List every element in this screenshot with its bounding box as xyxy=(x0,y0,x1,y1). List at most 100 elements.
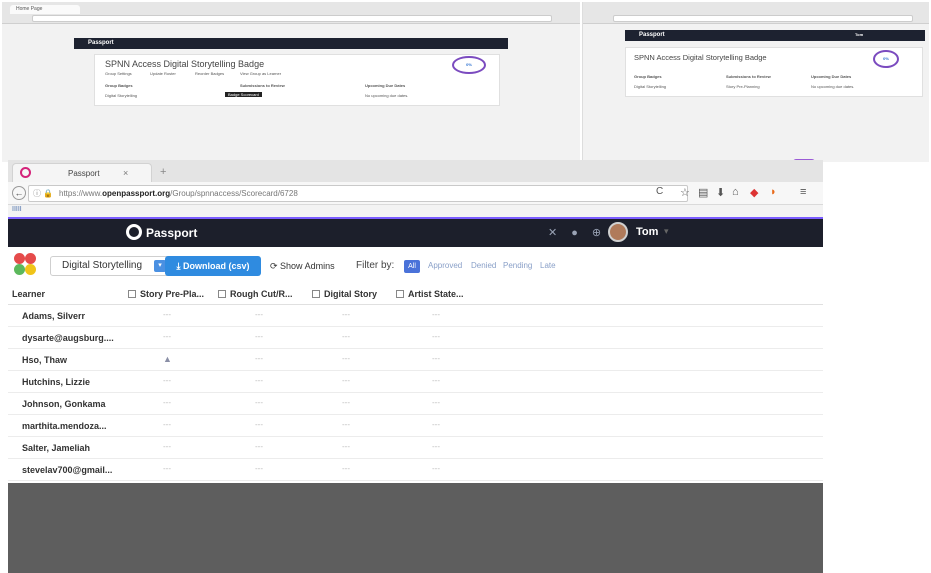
thumb-navbar: Passport xyxy=(74,38,508,49)
score-cell[interactable]: --- xyxy=(255,464,263,473)
thumb-group-value: Digital Storytelling xyxy=(634,84,667,89)
score-cell[interactable]: --- xyxy=(163,332,171,341)
bookmark-folder[interactable]: IIIII xyxy=(12,206,22,213)
download-csv-button[interactable]: ⤓ Download (csv) xyxy=(165,256,261,276)
score-cell[interactable]: --- xyxy=(163,420,171,429)
score-cell[interactable]: --- xyxy=(342,464,350,473)
score-cell[interactable]: --- xyxy=(432,442,440,451)
star-icon[interactable]: ☆ xyxy=(680,186,690,199)
learner-name[interactable]: Adams, Silverr xyxy=(22,311,85,321)
extension-badge-icon[interactable]: ◆ xyxy=(750,186,758,199)
app-navbar: Passport ✕●⊕ Tom ▾ xyxy=(8,217,823,247)
tab-title: Passport xyxy=(68,169,100,178)
learner-name[interactable]: Johnson, Gonkama xyxy=(22,399,106,409)
filter-approved[interactable]: Approved xyxy=(428,256,462,276)
tools-icon[interactable]: ✕ xyxy=(548,227,571,239)
score-cell[interactable]: --- xyxy=(342,310,350,319)
header-label: Story Pre-Pla... xyxy=(140,289,205,299)
score-cell[interactable]: --- xyxy=(255,332,263,341)
user-name[interactable]: Tom xyxy=(636,226,658,238)
score-cell[interactable]: --- xyxy=(342,442,350,451)
download-icon[interactable]: ⬇ xyxy=(716,186,725,199)
thumb-sub-link: View Group as Learner xyxy=(240,71,282,76)
score-cell[interactable]: --- xyxy=(163,464,171,473)
score-cell[interactable]: --- xyxy=(342,398,350,407)
score-cell[interactable]: --- xyxy=(432,354,440,363)
score-cell[interactable]: --- xyxy=(342,376,350,385)
filter-late[interactable]: Late xyxy=(540,256,556,276)
learner-name[interactable]: stevelav700@gmail... xyxy=(22,465,112,475)
table-row: Hso, Thaw ▲ --- --- --- xyxy=(8,349,823,371)
score-cell[interactable]: --- xyxy=(342,332,350,341)
url-path: /Group/spnnaccess/Scorecard/6728 xyxy=(170,189,298,198)
learner-name[interactable]: Hso, Thaw xyxy=(22,355,67,365)
score-cell[interactable]: --- xyxy=(255,398,263,407)
filter-all[interactable]: All xyxy=(404,260,420,273)
brand[interactable]: Passport xyxy=(126,224,197,240)
score-cell[interactable]: --- xyxy=(432,464,440,473)
tab-bar: Passport × + xyxy=(8,160,823,182)
passport-favicon-icon xyxy=(20,167,31,178)
tab-passport[interactable]: Passport × xyxy=(12,163,152,182)
score-cell[interactable]: --- xyxy=(163,310,171,319)
reading-list-icon[interactable]: ▤ xyxy=(698,186,708,199)
learner-name[interactable]: marthita.mendoza... xyxy=(22,421,107,431)
score-cell[interactable]: --- xyxy=(255,376,263,385)
header-col-1[interactable]: Story Pre-Pla... xyxy=(128,289,204,299)
reload-icon[interactable]: C xyxy=(656,186,663,197)
score-cell[interactable]: --- xyxy=(255,354,263,363)
header-col-3[interactable]: Digital Story xyxy=(312,289,377,299)
thumbnail-left: Home Page Passport SPNN Access Digital S… xyxy=(2,2,580,162)
show-admins-button[interactable]: ⟳ Show Admins xyxy=(270,256,335,276)
column-icon xyxy=(312,290,320,298)
filter-denied[interactable]: Denied xyxy=(471,256,496,276)
group-select-value: Digital Storytelling xyxy=(62,260,143,271)
score-cell[interactable]: --- xyxy=(255,420,263,429)
score-cell[interactable]: --- xyxy=(255,310,263,319)
thumb-card: SPNN Access Digital Storytelling Badge G… xyxy=(94,54,500,106)
close-tab-icon[interactable]: × xyxy=(123,168,128,178)
address-bar[interactable]: ⓘ 🔒 https://www.openpassport.org/Group/s… xyxy=(28,185,688,202)
score-cell[interactable]: --- xyxy=(432,398,440,407)
header-col-2[interactable]: Rough Cut/R... xyxy=(218,289,293,299)
passport-app: Passport ✕●⊕ Tom ▾ Digital Storytelling … xyxy=(8,217,823,483)
score-cell[interactable]: --- xyxy=(163,442,171,451)
warning-icon[interactable]: ▲ xyxy=(163,354,172,364)
score-cell[interactable]: --- xyxy=(432,332,440,341)
learner-name[interactable]: Salter, Jameliah xyxy=(22,443,90,453)
learner-name[interactable]: dysarte@augsburg.... xyxy=(22,333,114,343)
avatar[interactable] xyxy=(608,222,628,242)
score-cell[interactable]: --- xyxy=(342,354,350,363)
nav-icons: ✕●⊕ xyxy=(548,226,615,239)
score-cell[interactable]: --- xyxy=(432,376,440,385)
header-learner[interactable]: Learner xyxy=(12,289,45,299)
new-tab-icon[interactable]: + xyxy=(160,166,166,178)
chevron-down-icon[interactable]: ▾ xyxy=(664,226,669,237)
thumb-col-group: Group Badges xyxy=(105,83,133,88)
score-cell[interactable]: --- xyxy=(163,398,171,407)
controls-bar: Digital Storytelling ▾ ⤓ Download (csv) … xyxy=(8,247,823,283)
show-admins-label: Show Admins xyxy=(280,261,335,271)
menu-icon[interactable]: ≡ xyxy=(800,186,806,198)
thumb-browser-chrome: Home Page xyxy=(2,2,580,24)
thumbnail-right: Passport Tom SPNN Access Digital Storyte… xyxy=(582,2,929,162)
pocket-icon[interactable]: ◗ xyxy=(770,186,777,198)
filter-pending[interactable]: Pending xyxy=(503,256,532,276)
score-cell[interactable]: --- xyxy=(163,376,171,385)
bookmarks-bar: IIIII xyxy=(8,205,823,217)
thumb-url-bar xyxy=(613,15,913,22)
group-avatars-icon xyxy=(14,253,36,275)
learner-name[interactable]: Hutchins, Lizzie xyxy=(22,377,90,387)
header-col-4[interactable]: Artist State... xyxy=(396,289,464,299)
table-row: Hutchins, Lizzie --- --- --- --- xyxy=(8,371,823,393)
back-arrow-icon[interactable]: ← xyxy=(12,186,26,200)
home-icon[interactable]: ⌂ xyxy=(732,186,739,198)
table-row: Salter, Jameliah --- --- --- --- xyxy=(8,437,823,459)
grid-icon[interactable]: ● xyxy=(571,227,592,239)
score-cell[interactable]: --- xyxy=(255,442,263,451)
score-cell[interactable]: --- xyxy=(432,310,440,319)
score-cell[interactable]: --- xyxy=(342,420,350,429)
group-select[interactable]: Digital Storytelling ▾ xyxy=(50,256,170,276)
thumb-col-due: Upcoming Due Dates xyxy=(365,83,406,88)
score-cell[interactable]: --- xyxy=(432,420,440,429)
